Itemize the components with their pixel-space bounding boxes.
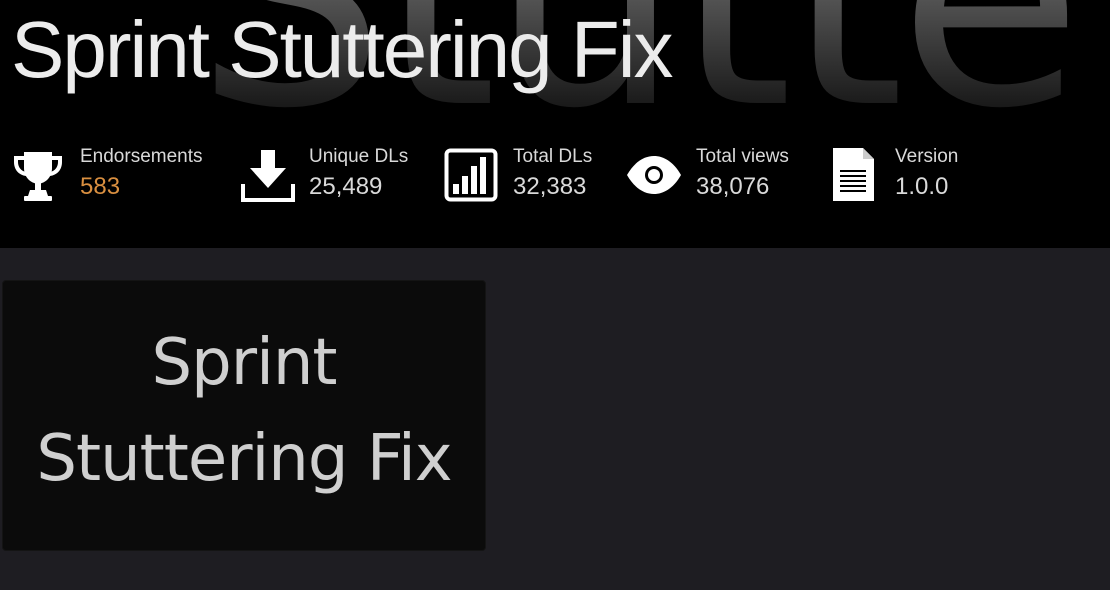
stat-label: Version — [895, 146, 959, 167]
stat-value: 25,489 — [309, 173, 383, 200]
mod-thumbnail[interactable]: Sprint Stuttering Fix — [2, 280, 486, 551]
download-icon — [241, 150, 295, 202]
stat-value: 583 — [80, 173, 121, 200]
trophy-icon — [14, 152, 62, 201]
mod-header: Stutte Sprint Stuttering Fix Endorsement… — [0, 0, 1110, 248]
thumbnail-title-line2: Stuttering Fix — [36, 422, 452, 496]
stat-endorsements[interactable]: Endorsements 583 — [10, 146, 220, 204]
stat-label: Total DLs — [513, 146, 593, 167]
stat-total-dls[interactable]: Total DLs 32,383 — [444, 146, 614, 204]
bar-chart-icon — [444, 148, 498, 202]
stat-label: Total views — [696, 146, 789, 167]
stat-unique-dls[interactable]: Unique DLs 25,489 — [240, 146, 425, 204]
stat-version[interactable]: Version 1.0.0 — [830, 146, 980, 204]
document-icon — [833, 148, 874, 201]
stat-value: 32,383 — [513, 173, 587, 200]
thumbnail-title-line1: Sprint — [151, 326, 338, 400]
stat-value: 1.0.0 — [895, 173, 949, 200]
stat-label: Endorsements — [80, 146, 203, 167]
stat-total-views[interactable]: Total views 38,076 — [626, 146, 806, 204]
stat-value: 38,076 — [696, 173, 770, 200]
page-title: Sprint Stuttering Fix — [11, 5, 673, 94]
stat-label: Unique DLs — [309, 146, 409, 167]
eye-icon — [627, 156, 681, 194]
